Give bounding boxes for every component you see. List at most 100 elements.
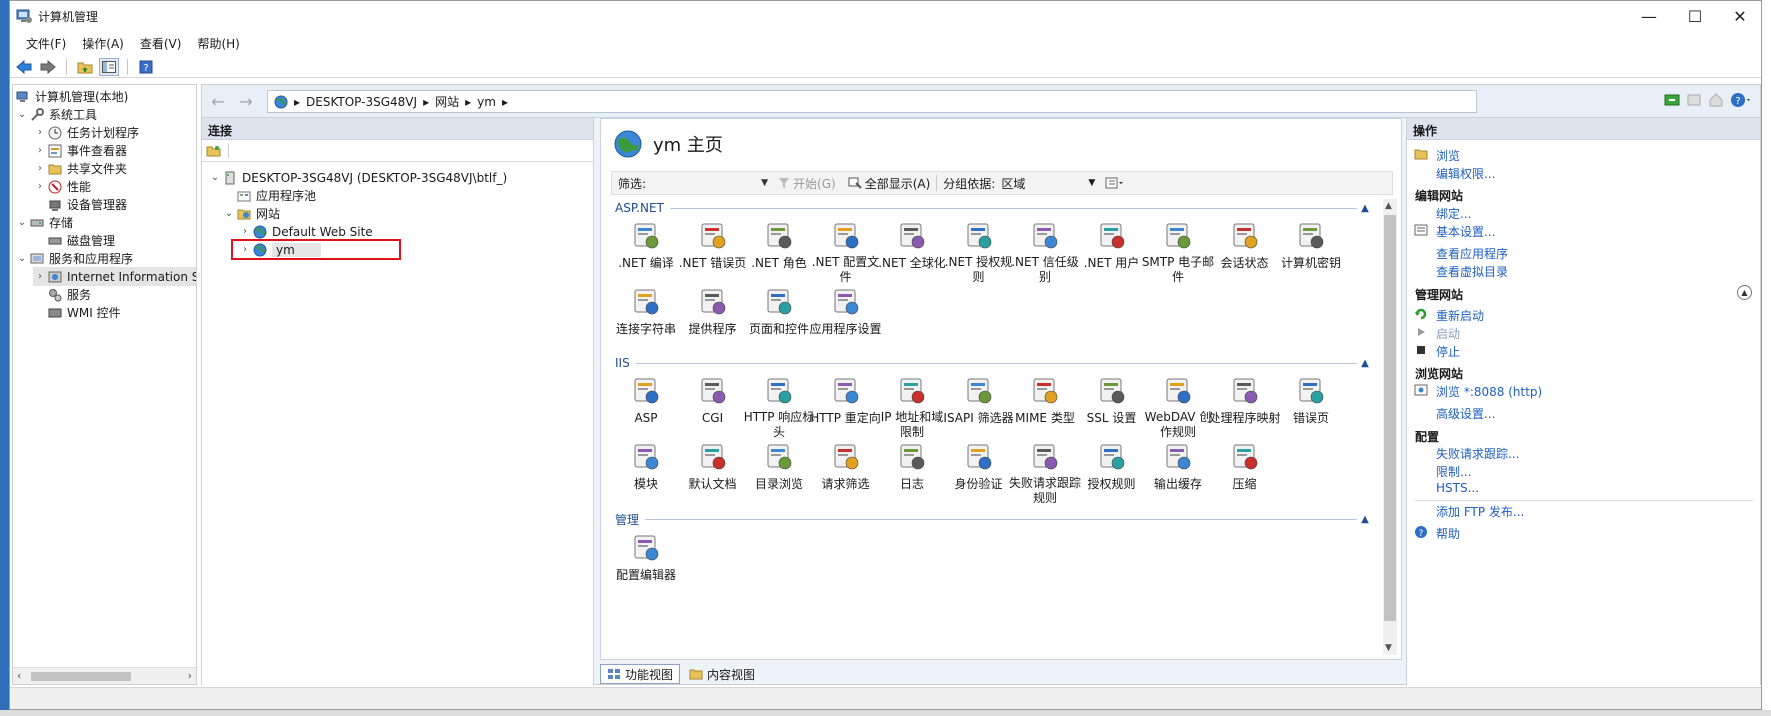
maximize-button[interactable]: ☐: [1672, 1, 1718, 31]
menu-file[interactable]: 文件(F): [18, 31, 74, 55]
feature-iis-19[interactable]: 输出缓存: [1143, 440, 1213, 506]
feature-aspnet-8[interactable]: SMTP 电子邮件: [1142, 219, 1214, 285]
feature-iis-5[interactable]: ISAPI 筛选器: [943, 374, 1014, 440]
collapse-manage-site-button[interactable]: ▲: [1737, 285, 1752, 300]
tree-shared-folders[interactable]: › 共享文件夹: [33, 159, 127, 178]
feature-iis-13[interactable]: 目录浏览: [744, 440, 814, 506]
action-view-virtual-dirs[interactable]: 查看虚拟目录: [1436, 263, 1508, 280]
action-failed-request-tracing[interactable]: 失败请求跟踪...: [1436, 445, 1519, 462]
feature-iis-4[interactable]: IP 地址和域限制: [877, 374, 947, 440]
action-limits[interactable]: 限制...: [1436, 463, 1471, 480]
feature-aspnet-14[interactable]: 应用程序设置: [809, 285, 882, 351]
feature-aspnet-6[interactable]: .NET 信任级别: [1010, 219, 1080, 285]
tab-content-view[interactable]: 内容视图: [682, 664, 762, 684]
action-restart[interactable]: 重新启动: [1436, 307, 1484, 324]
tree-device-manager[interactable]: 设备管理器: [47, 195, 127, 214]
tree-task-scheduler[interactable]: › 任务计划程序: [33, 123, 139, 142]
up-folder-button[interactable]: [75, 58, 95, 76]
tab-features-view[interactable]: 功能视图: [600, 664, 681, 684]
chevron-down-icon[interactable]: ⌄: [15, 253, 29, 264]
action-browse-8088[interactable]: 浏览 *:8088 (http): [1436, 383, 1542, 400]
feature-aspnet-11[interactable]: 连接字符串: [611, 285, 681, 351]
feature-aspnet-13[interactable]: 页面和控件: [744, 285, 814, 351]
action-browse[interactable]: 浏览: [1436, 147, 1460, 164]
chevron-right-icon[interactable]: ›: [33, 127, 47, 138]
group-by-select[interactable]: 区域 ▼: [1001, 174, 1099, 192]
tree-system-tools[interactable]: ⌄ 系统工具: [15, 105, 97, 124]
breadcrumb-sites[interactable]: 网站: [435, 93, 459, 110]
scroll-thumb[interactable]: [1384, 215, 1396, 621]
tree-wmi[interactable]: WMI 控件: [47, 303, 121, 322]
feature-iis-11[interactable]: 模块: [611, 440, 681, 506]
tree-event-viewer[interactable]: › 事件查看器: [33, 141, 127, 160]
action-hsts[interactable]: HSTS...: [1436, 481, 1479, 495]
close-button[interactable]: ✕: [1717, 1, 1761, 31]
action-edit-permissions[interactable]: 编辑权限...: [1436, 165, 1495, 182]
go-button[interactable]: 开始(G): [772, 175, 842, 192]
tree-services[interactable]: 服务: [47, 285, 91, 304]
chevron-down-icon[interactable]: ⌄: [222, 208, 236, 219]
home-icon[interactable]: [1708, 92, 1724, 108]
tree-services-apps[interactable]: ⌄ 服务和应用程序: [15, 249, 133, 268]
menu-help[interactable]: 帮助(H): [189, 31, 247, 55]
collapse-section-icon[interactable]: ▲: [1357, 203, 1373, 214]
chevron-right-icon[interactable]: ›: [33, 181, 47, 192]
action-advanced-settings[interactable]: 高级设置...: [1436, 405, 1495, 422]
stop-icon[interactable]: [1686, 92, 1702, 108]
feature-iis-0[interactable]: ASP: [611, 374, 681, 440]
forward-button[interactable]: [38, 58, 58, 76]
view-mode-button[interactable]: [1099, 177, 1131, 189]
feature-aspnet-3[interactable]: .NET 配置文件: [811, 219, 881, 285]
feature-iis-17[interactable]: 失败请求跟踪规则: [1009, 440, 1081, 506]
conn-server-node[interactable]: ⌄ DESKTOP-3SG48VJ (DESKTOP-3SG48VJ\btlf_…: [208, 168, 507, 187]
minimize-button[interactable]: —: [1626, 1, 1672, 31]
chevron-right-icon[interactable]: ›: [33, 271, 47, 282]
tree-root[interactable]: 计算机管理(本地): [15, 87, 128, 106]
tree-disk-management[interactable]: 磁盘管理: [47, 231, 115, 250]
feature-iis-20[interactable]: 压缩: [1210, 440, 1280, 506]
feature-iis-9[interactable]: 处理程序映射: [1208, 374, 1281, 440]
collapse-section-icon[interactable]: ▲: [1357, 514, 1373, 525]
feature-aspnet-10[interactable]: 计算机密钥: [1276, 219, 1346, 285]
filter-input[interactable]: ▼: [652, 174, 772, 192]
feature-iis-2[interactable]: HTTP 响应标头: [744, 374, 814, 440]
action-help[interactable]: 帮助: [1436, 525, 1460, 542]
feature-aspnet-5[interactable]: .NET 授权规则: [944, 219, 1014, 285]
feature-iis-7[interactable]: SSL 设置: [1077, 374, 1147, 440]
collapse-section-icon[interactable]: ▲: [1357, 358, 1373, 369]
section-iis[interactable]: IIS ▲: [611, 354, 1373, 372]
breadcrumb-ym[interactable]: ym: [477, 95, 496, 109]
tree-horizontal-scrollbar[interactable]: ‹ ›: [13, 667, 196, 684]
connect-icon[interactable]: [206, 144, 222, 158]
action-view-applications[interactable]: 查看应用程序: [1436, 245, 1508, 262]
action-start[interactable]: 启动: [1436, 325, 1460, 342]
feature-aspnet-4[interactable]: .NET 全球化: [877, 219, 947, 285]
feature-iis-6[interactable]: MIME 类型: [1010, 374, 1080, 440]
feature-iis-1[interactable]: CGI: [678, 374, 748, 440]
scroll-right-icon[interactable]: ›: [188, 669, 192, 682]
feature-iis-12[interactable]: 默认文档: [678, 440, 748, 506]
scroll-up-icon[interactable]: ▲: [1385, 201, 1392, 211]
feature-iis-3[interactable]: HTTP 重定向: [810, 374, 881, 440]
feature-iis-15[interactable]: 日志: [877, 440, 947, 506]
back-button[interactable]: [14, 58, 34, 76]
feature-iis-18[interactable]: 授权规则: [1077, 440, 1147, 506]
chevron-down-icon[interactable]: ⌄: [208, 172, 222, 183]
conn-app-pools[interactable]: 应用程序池: [236, 186, 316, 205]
feature-iis-10[interactable]: 错误页: [1276, 374, 1346, 440]
tree-iis[interactable]: › Internet Information S: [33, 267, 196, 286]
iis-back-button[interactable]: ←: [208, 92, 228, 112]
feature-aspnet-2[interactable]: .NET 角色: [744, 219, 814, 285]
refresh-icon[interactable]: [1664, 92, 1680, 108]
menu-view[interactable]: 查看(V): [132, 31, 190, 55]
help-circle-icon[interactable]: ?: [1730, 92, 1752, 108]
feature-aspnet-1[interactable]: .NET 错误页: [678, 219, 748, 285]
chevron-down-icon[interactable]: ⌄: [15, 109, 29, 120]
chevron-right-icon[interactable]: ›: [33, 163, 47, 174]
action-stop[interactable]: 停止: [1436, 343, 1460, 360]
conn-sites[interactable]: ⌄ 网站: [222, 204, 280, 223]
feature-aspnet-7[interactable]: .NET 用户: [1077, 219, 1147, 285]
chevron-right-icon[interactable]: ›: [33, 145, 47, 156]
action-bindings[interactable]: 绑定...: [1436, 205, 1471, 222]
feature-mgmt-0[interactable]: 配置编辑器: [611, 531, 681, 597]
